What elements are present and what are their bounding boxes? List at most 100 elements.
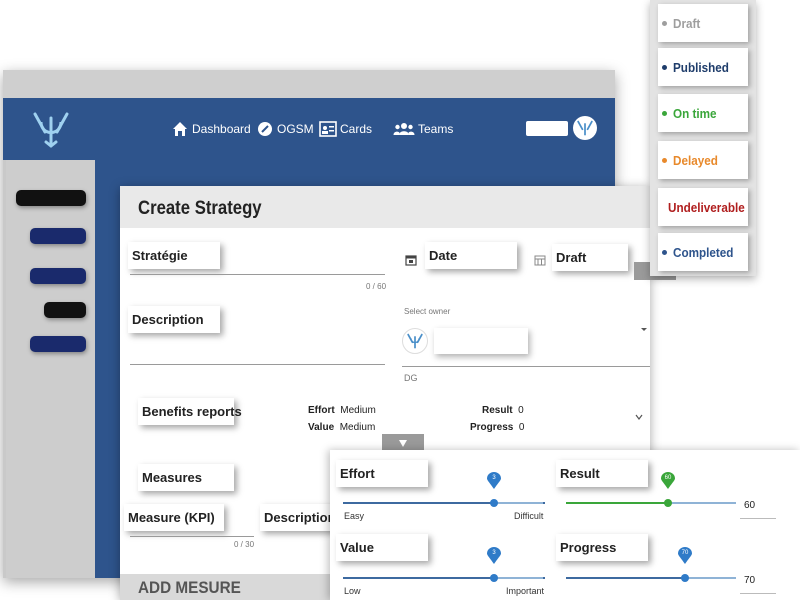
progress-slider-handle[interactable] — [681, 574, 689, 582]
sidebar-item-2[interactable] — [30, 228, 86, 244]
sidebar-item-3[interactable] — [30, 268, 86, 284]
calendar-icon-2[interactable] — [534, 254, 546, 266]
result-value-field[interactable]: 60 — [744, 500, 755, 511]
status-dot-draft — [662, 20, 667, 26]
owner-select-field[interactable] — [434, 328, 528, 354]
effort-slider-label: Effort — [336, 460, 428, 487]
strategie-counter: 0 / 60 — [366, 282, 387, 291]
status-option-draft-label: Draft — [673, 15, 701, 31]
panel-header: Create Strategy — [120, 186, 650, 228]
value-summary-value: Medium — [339, 422, 376, 433]
benefits-expand-icon[interactable] — [634, 412, 644, 422]
result-value-underline — [740, 518, 776, 519]
nav-teams-label: Teams — [418, 122, 454, 136]
calendar-icon[interactable] — [405, 254, 417, 266]
status-select[interactable]: Draft — [552, 244, 628, 271]
result-key: Result — [482, 405, 513, 416]
effort-slider-tick — [543, 502, 545, 504]
benefits-reports-label: Benefits reports — [138, 398, 242, 425]
sidebar-item-1[interactable] — [16, 190, 86, 206]
window-titlebar — [3, 70, 615, 98]
status-option-draft[interactable]: Draft — [658, 4, 748, 42]
status-option-delayed-label: Delayed — [673, 152, 718, 168]
result-slider-label: Result — [556, 460, 648, 487]
date-field[interactable]: Date — [425, 242, 517, 269]
measure-kpi-input[interactable] — [130, 536, 254, 537]
effort-min-label: Easy — [344, 511, 365, 521]
add-measure-button[interactable]: ADD MESURE — [120, 574, 330, 600]
sliders-panel: Effort Easy Difficult Value Low Importan… — [330, 450, 800, 600]
nav-cards[interactable]: Cards — [319, 98, 372, 160]
owner-avatar — [402, 328, 428, 354]
avatar-logo-icon — [577, 120, 593, 136]
value-value-pin: 3 — [487, 547, 501, 565]
sidebar — [6, 160, 95, 578]
value-slider-handle[interactable] — [490, 574, 498, 582]
users-icon — [393, 123, 415, 135]
nav-dashboard[interactable]: Dashboard — [171, 98, 251, 160]
progress-pin-value: 70 — [681, 550, 689, 556]
nav-cards-label: Cards — [340, 122, 373, 136]
value-slider-fill — [344, 577, 494, 579]
measures-label: Measures — [138, 464, 234, 491]
result-slider-handle[interactable] — [664, 499, 672, 507]
status-option-on-time-label: On time — [673, 105, 717, 121]
owner-dropdown-icon[interactable] — [639, 324, 649, 334]
value-min-label: Low — [344, 586, 361, 596]
strategie-label: Stratégie — [128, 242, 220, 269]
status-option-on-time[interactable]: On time — [658, 94, 748, 132]
rocket-icon — [258, 122, 272, 136]
status-dot-completed — [662, 249, 667, 255]
user-avatar[interactable] — [573, 116, 597, 140]
value-max-label: Important — [506, 586, 545, 596]
sidebar-item-5[interactable] — [30, 336, 86, 352]
result-pin-value: 60 — [664, 475, 672, 481]
status-option-completed-label: Completed — [673, 244, 734, 260]
sidebar-item-4[interactable] — [44, 302, 86, 318]
add-measure-label: ADD MESURE — [138, 578, 241, 597]
progress-summary-value: 0 — [518, 422, 525, 433]
progress-value-pin: 70 — [678, 547, 692, 565]
status-dot-published — [662, 64, 667, 70]
value-slider-tick — [393, 577, 395, 579]
status-dot-on-time — [662, 110, 667, 116]
nav-ogsm[interactable]: OGSM — [256, 98, 314, 160]
user-name-pill[interactable] — [526, 121, 568, 136]
page-title: Create Strategy — [138, 198, 262, 219]
effort-summary: Effort Medium — [308, 405, 376, 416]
effort-max-label: Difficult — [514, 511, 544, 521]
effort-slider-fill — [344, 502, 494, 504]
effort-pin-value: 3 — [492, 475, 496, 481]
owner-select-label: Select owner — [404, 307, 451, 316]
effort-value-pin: 3 — [487, 472, 501, 490]
result-slider-fill — [566, 502, 668, 504]
nav-ogsm-label: OGSM — [277, 122, 314, 136]
effort-slider-handle[interactable] — [490, 499, 498, 507]
description-input[interactable] — [130, 364, 385, 365]
status-option-delayed[interactable]: Delayed — [658, 141, 748, 179]
progress-value-field[interactable]: 70 — [744, 575, 755, 586]
status-option-published-label: Published — [673, 59, 729, 75]
status-option-published[interactable]: Published — [658, 48, 748, 86]
effort-summary-value: Medium — [340, 405, 376, 416]
value-slider-tick — [443, 577, 445, 579]
owner-initials: DG — [404, 373, 418, 383]
status-option-undeliverable-label: Undeliverable — [668, 199, 745, 215]
effort-slider-tick — [343, 502, 345, 504]
measure-kpi-label: Measure (KPI) — [124, 504, 224, 531]
id-card-icon — [319, 121, 337, 137]
status-option-undeliverable[interactable]: Undeliverable — [658, 188, 748, 226]
app-header: Dashboard OGSM Cards Teams — [3, 98, 615, 160]
status-dropdown: Draft Published On time Delayed Undelive… — [650, 0, 756, 276]
value-slider-tick — [343, 577, 345, 579]
status-option-completed[interactable]: Completed — [658, 233, 748, 271]
effort-slider-tick — [393, 502, 395, 504]
value-slider-label: Value — [336, 534, 428, 561]
nav-teams[interactable]: Teams — [393, 98, 453, 160]
strategie-input[interactable] — [130, 274, 385, 275]
owner-select-underline — [402, 366, 650, 367]
app-logo-icon[interactable] — [31, 108, 71, 150]
effort-key: Effort — [308, 405, 335, 416]
progress-slider-fill — [566, 577, 685, 579]
progress-value-underline — [740, 593, 776, 594]
